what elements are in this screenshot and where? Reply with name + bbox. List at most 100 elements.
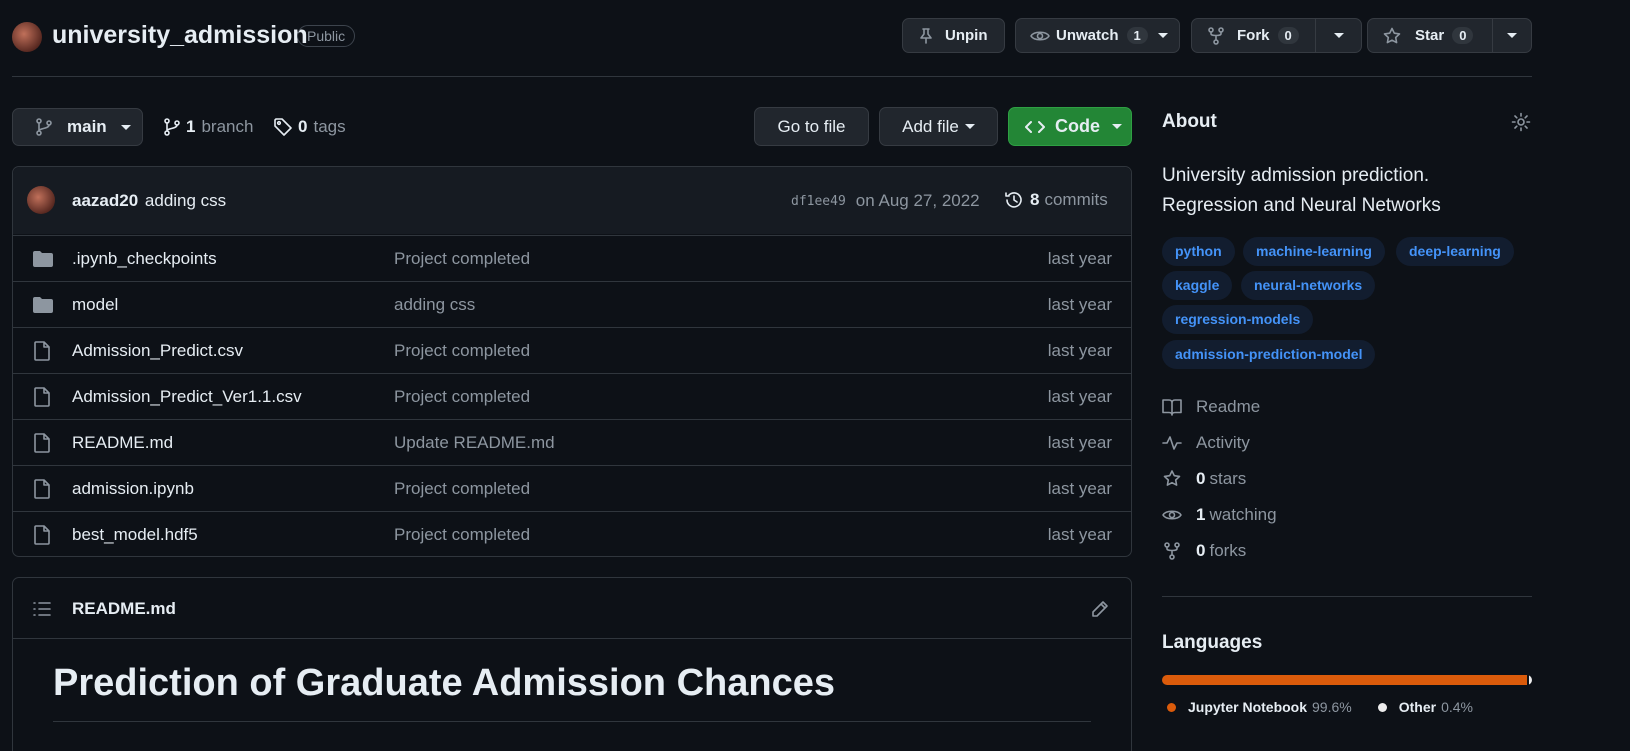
code-icon — [1025, 120, 1045, 133]
commits-link[interactable]: 8 commits — [1004, 190, 1108, 210]
commit-summary: aazad20 adding css — [72, 191, 226, 211]
repo-name[interactable]: university_admission — [52, 21, 308, 50]
file-date: last year — [1047, 340, 1112, 360]
code-label: Code — [1055, 116, 1100, 136]
fork-icon — [1164, 542, 1180, 560]
header-divider — [12, 76, 1532, 77]
unpin-button[interactable]: Unpin — [902, 18, 1005, 53]
commit-message[interactable]: adding css — [145, 191, 226, 210]
file-name-link[interactable]: model — [72, 295, 118, 315]
readme-link-label: Readme — [1196, 397, 1261, 416]
chevron-down-icon — [1507, 33, 1517, 38]
language-color-dot — [1377, 702, 1387, 712]
file-row[interactable]: admission.ipynb Project completed last yea… — [12, 465, 1132, 511]
file-commit-message[interactable]: Project completed — [394, 249, 530, 269]
file-commit-message[interactable]: Project completed — [394, 341, 530, 361]
file-row[interactable]: README.md Update README.md last year — [12, 419, 1132, 465]
commit-sha[interactable]: df1ee49 — [791, 194, 846, 209]
visibility-badge: Public — [297, 25, 356, 47]
branch-icon — [164, 118, 180, 136]
fork-count: 0 — [1277, 27, 1299, 44]
chevron-down-icon — [1157, 33, 1168, 38]
file-name-link[interactable]: Admission_Predict_Ver1.1.csv — [72, 387, 302, 407]
file-name-link[interactable]: best_model.hdf5 — [72, 525, 198, 545]
branches-link[interactable]: 1 branch — [163, 117, 253, 137]
readme-filename[interactable]: README.md — [72, 599, 176, 619]
file-name-link[interactable]: Admission_Predict.csv — [72, 341, 243, 361]
file-date: last year — [1047, 524, 1112, 544]
fork-button[interactable]: Fork 0 — [1192, 19, 1315, 52]
star-button-group: Star 0 — [1367, 18, 1532, 53]
file-icon — [32, 340, 52, 361]
commit-author-avatar[interactable] — [27, 186, 55, 214]
fork-button-group: Fork 0 — [1191, 18, 1362, 53]
branch-selector[interactable]: main — [12, 108, 143, 146]
pulse-icon — [1162, 436, 1182, 450]
description-line-1: University admission prediction. — [1162, 165, 1430, 186]
file-name-link[interactable]: .ipynb_checkpoints — [72, 249, 217, 269]
commit-author[interactable]: aazad20 — [72, 191, 138, 210]
topic-regression-models[interactable]: regression-models — [1162, 305, 1314, 334]
unwatch-button[interactable]: Unwatch 1 — [1015, 18, 1180, 53]
file-row[interactable]: best_model.hdf5 Project completed last yea… — [12, 511, 1132, 557]
code-button[interactable]: Code — [1008, 107, 1132, 146]
commit-meta: df1ee49 on Aug 27, 2022 — [791, 191, 980, 211]
file-date: last year — [1047, 294, 1112, 314]
readme-heading: Prediction of Graduate Admission Chances — [53, 662, 835, 704]
file-commit-message[interactable]: Project completed — [394, 387, 530, 407]
gear-icon[interactable] — [1511, 112, 1531, 132]
language-color-dot — [1167, 702, 1176, 712]
star-button[interactable]: Star 0 — [1368, 19, 1492, 52]
language-legend: Jupyter Notebook 99.6% Other 0.4% — [1167, 699, 1499, 715]
commit-date: on Aug 27, 2022 — [855, 191, 980, 210]
language-bar — [1162, 675, 1532, 685]
file-row[interactable]: model adding css last year — [12, 281, 1132, 327]
go-to-file-button[interactable]: Go to file — [754, 107, 869, 146]
topic-deep-learning[interactable]: deep-learning — [1396, 237, 1514, 266]
history-icon — [1005, 192, 1022, 208]
watching-link[interactable]: 1 watching — [1162, 505, 1277, 525]
fork-dropdown-button[interactable] — [1316, 19, 1361, 52]
file-commit-message[interactable]: Update README.md — [394, 433, 555, 453]
watching-count: 1 — [1196, 505, 1206, 524]
pin-icon — [920, 27, 932, 44]
stars-link[interactable]: 0 stars — [1162, 469, 1246, 489]
file-name-link[interactable]: admission.ipynb — [72, 479, 194, 499]
unwatch-label: Unwatch — [1056, 27, 1119, 44]
file-commit-message[interactable]: Project completed — [394, 479, 530, 499]
fork-icon — [1208, 26, 1224, 45]
owner-avatar[interactable] — [12, 22, 42, 52]
topic-machine-learning[interactable]: machine-learning — [1243, 237, 1385, 266]
topic-kaggle[interactable]: kaggle — [1162, 271, 1233, 300]
tags-link[interactable]: 0 tags — [273, 117, 346, 137]
activity-link[interactable]: Activity — [1162, 433, 1250, 453]
file-commit-message[interactable]: adding css — [394, 295, 475, 315]
language-legend-item[interactable]: Jupyter Notebook 99.6% — [1167, 699, 1352, 715]
language-legend-item[interactable]: Other 0.4% — [1377, 699, 1473, 715]
file-row[interactable]: .ipynb_checkpoints Project completed last … — [12, 235, 1132, 281]
go-to-file-label: Go to file — [777, 116, 846, 136]
language-bar-segment — [1162, 675, 1527, 685]
star-dropdown-button[interactable] — [1493, 19, 1531, 52]
tag-label: tags — [313, 117, 346, 136]
tag-icon — [274, 118, 292, 136]
branch-count: 1 — [186, 117, 196, 136]
topic-python[interactable]: python — [1162, 237, 1235, 266]
forks-link[interactable]: 0 forks — [1162, 541, 1246, 561]
add-file-button[interactable]: Add file — [879, 107, 998, 146]
topic-admission-prediction-model[interactable]: admission-prediction-model — [1162, 340, 1376, 369]
file-row[interactable]: Admission_Predict.csv Project completed la… — [12, 327, 1132, 373]
topic-neural-networks[interactable]: neural-networks — [1241, 271, 1376, 300]
folder-icon — [32, 296, 54, 314]
file-row[interactable]: Admission_Predict_Ver1.1.csv Project comp… — [12, 373, 1132, 419]
pencil-icon[interactable] — [1090, 599, 1110, 619]
forks-count: 0 — [1196, 541, 1206, 560]
readme-link[interactable]: Readme — [1162, 397, 1260, 417]
star-icon — [1383, 27, 1401, 43]
file-name-link[interactable]: README.md — [72, 433, 173, 453]
branch-label: branch — [201, 117, 254, 136]
readme-header-divider — [13, 638, 1131, 639]
file-date: last year — [1047, 478, 1112, 498]
file-commit-message[interactable]: Project completed — [394, 525, 530, 545]
outline-list-icon[interactable] — [33, 600, 51, 618]
